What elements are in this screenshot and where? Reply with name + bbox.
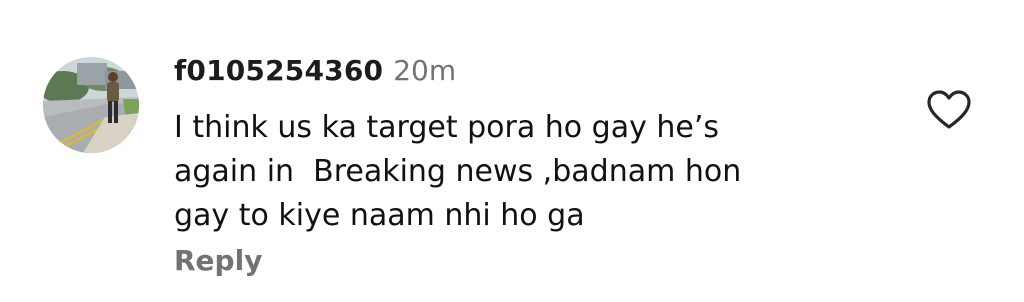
comment-text: I think us ka target pora ho gay he’s ag… <box>174 110 742 233</box>
reply-button[interactable]: Reply <box>174 244 262 277</box>
comment-item: f0105254360 20m I think us ka target por… <box>0 0 1024 302</box>
comment-header: f0105254360 20m <box>174 52 456 88</box>
username[interactable]: f0105254360 <box>174 54 383 87</box>
like-button[interactable] <box>926 89 972 131</box>
avatar-photo <box>43 57 139 153</box>
timestamp: 20m <box>393 53 457 87</box>
avatar[interactable] <box>43 57 139 153</box>
heart-outline-icon <box>927 90 971 129</box>
